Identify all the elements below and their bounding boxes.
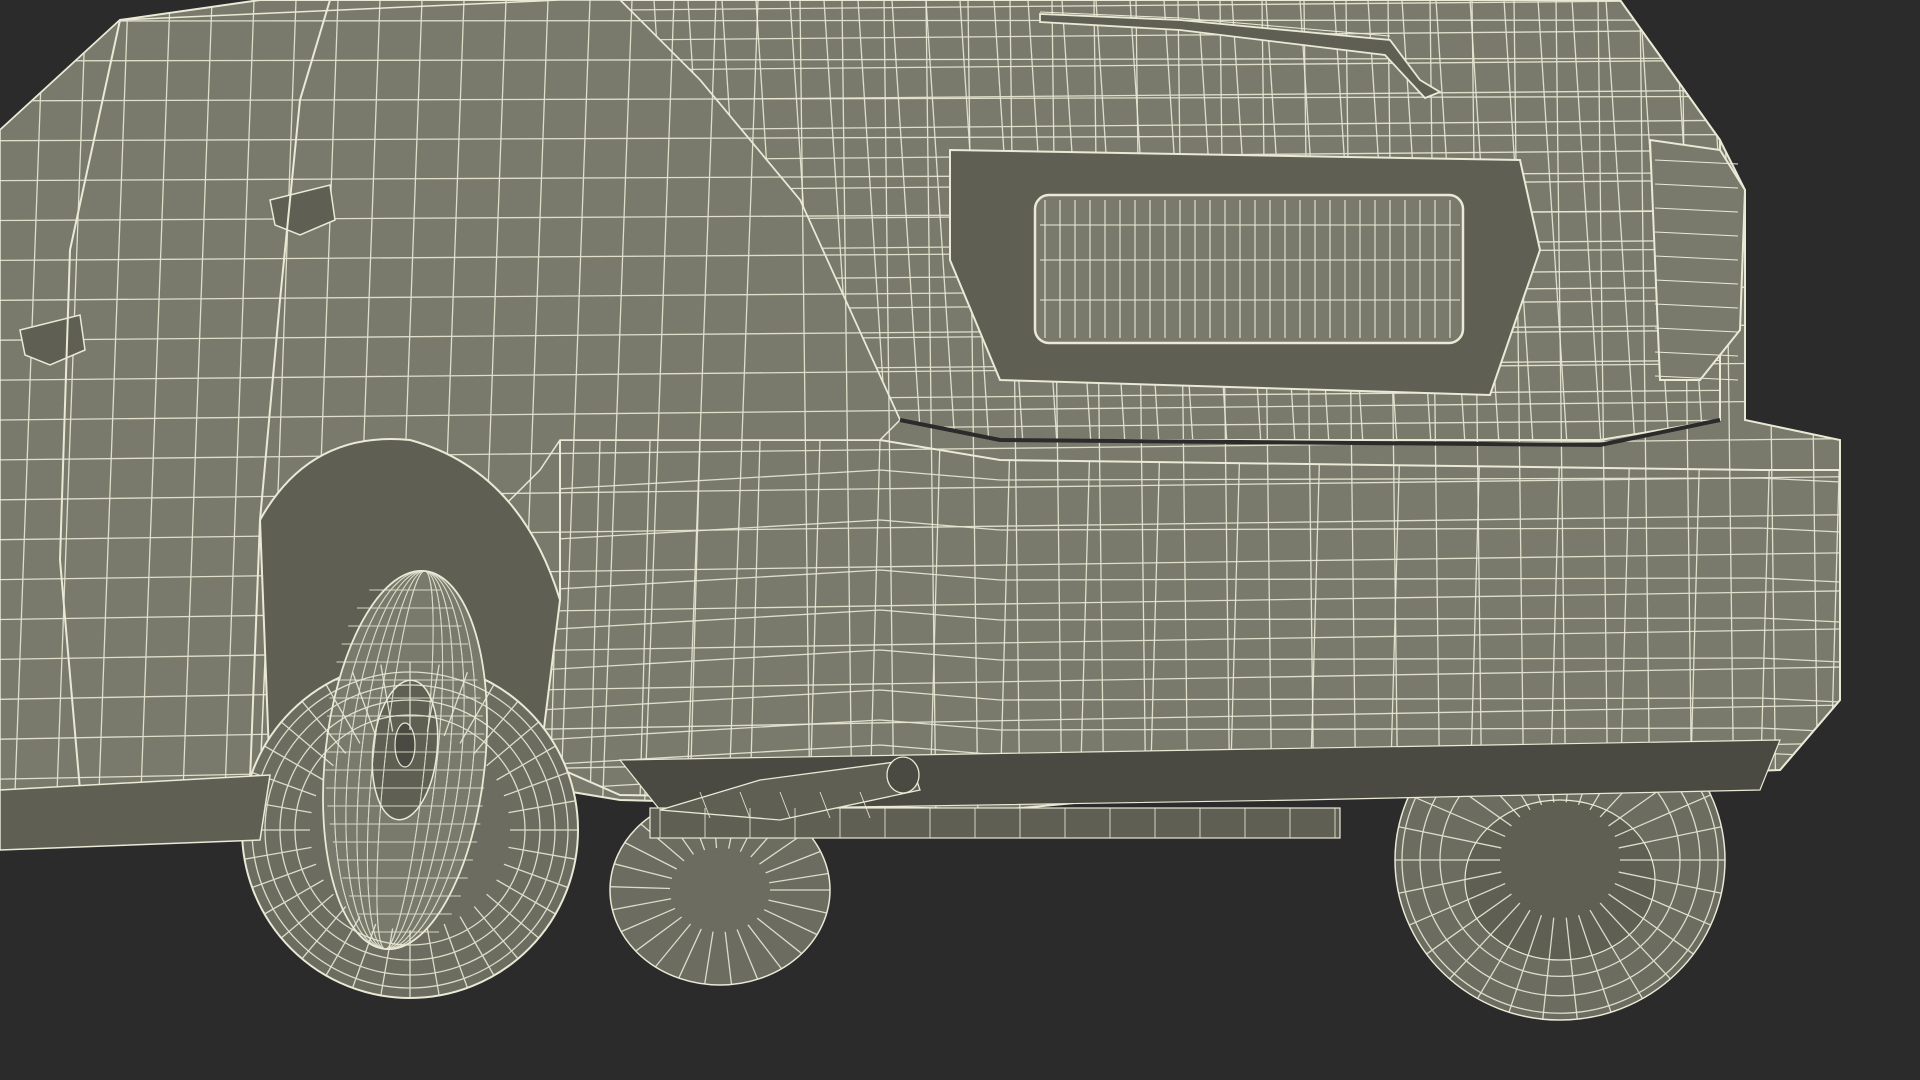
rear-right-wheel-rim xyxy=(1464,799,1656,961)
license-plate xyxy=(1033,193,1465,345)
3d-viewport xyxy=(0,0,1920,1080)
exhaust-tip xyxy=(886,756,920,794)
hub-center-cap xyxy=(394,722,416,768)
car-wireframe-render xyxy=(0,0,1841,1021)
